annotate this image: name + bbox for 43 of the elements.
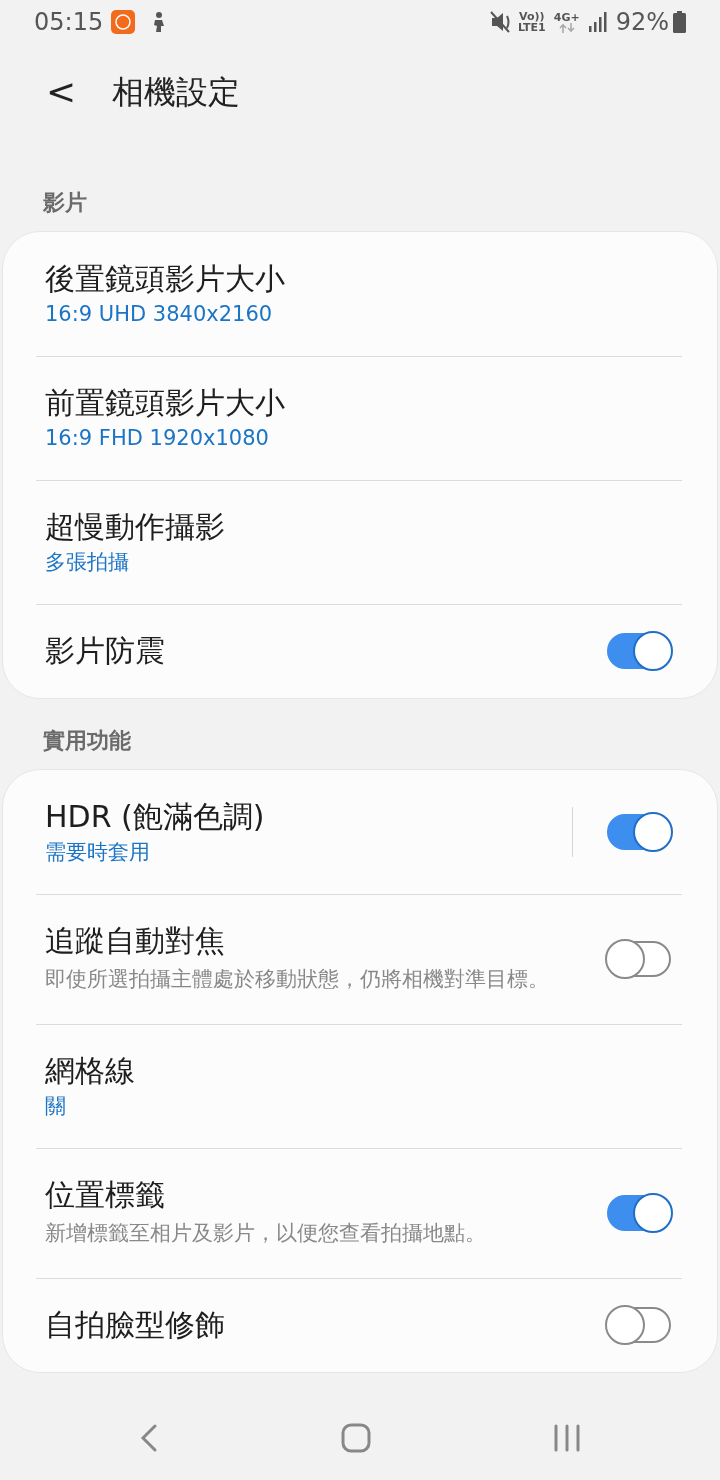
battery-text: 92%	[615, 7, 669, 38]
settings-row[interactable]: 前置鏡頭影片大小 16:9 FHD 1920x1080	[3, 356, 717, 480]
settings-row[interactable]: 網格線 關	[3, 1024, 717, 1148]
network-text: LTE1	[517, 22, 546, 33]
setting-title: 自拍臉型修飾	[45, 1306, 226, 1344]
section-label: 實用功能	[42, 727, 132, 755]
back-button[interactable]: <	[40, 74, 83, 110]
toggle-switch[interactable]	[607, 633, 671, 669]
settings-row[interactable]: 追蹤自動對焦 即使所選拍攝主體處於移動狀態，仍將相機對準目標。	[3, 894, 717, 1024]
toggle-switch[interactable]	[607, 1307, 671, 1343]
setting-value: 需要時套用	[45, 839, 151, 866]
page-title: 相機設定	[112, 72, 241, 113]
settings-row[interactable]: 超慢動作攝影 多張拍攝	[3, 480, 717, 604]
battery-icon	[673, 11, 686, 33]
toggle-switch[interactable]	[607, 941, 671, 977]
setting-title: 影片防震	[45, 632, 166, 670]
network-text: 4G+	[553, 11, 580, 23]
data-arrows-icon	[557, 22, 576, 33]
setting-value: 關	[45, 1093, 67, 1120]
settings-row[interactable]: 後置鏡頭影片大小 16:9 UHD 3840x2160	[3, 232, 717, 356]
network-text: Vo))	[519, 11, 545, 22]
settings-row[interactable]: HDR (飽滿色調) 需要時套用	[3, 770, 717, 894]
setting-description: 即使所選拍攝主體處於移動狀態，仍將相機對準目標。	[45, 966, 550, 993]
clock-text: 05:15	[34, 7, 104, 38]
settings-row[interactable]: 位置標籤 新增標籤至相片及影片，以便您查看拍攝地點。	[3, 1148, 717, 1278]
toggle-switch[interactable]	[607, 814, 671, 850]
setting-title: HDR (飽滿色調)	[45, 798, 266, 836]
setting-description: 新增標籤至相片及影片，以便您查看拍攝地點。	[45, 1220, 487, 1247]
signal-icon	[587, 12, 608, 32]
setting-value: 16:9 UHD 3840x2160	[45, 301, 274, 328]
section-label: 影片	[42, 189, 88, 217]
setting-title: 位置標籤	[45, 1176, 166, 1214]
setting-title: 超慢動作攝影	[45, 508, 226, 546]
setting-title: 前置鏡頭影片大小	[45, 384, 286, 422]
setting-value: 16:9 FHD 1920x1080	[45, 425, 270, 452]
app-icon	[111, 10, 136, 34]
setting-title: 追蹤自動對焦	[45, 922, 226, 960]
settings-row[interactable]: 自拍臉型修飾	[3, 1278, 717, 1372]
toggle-switch[interactable]	[607, 1195, 671, 1231]
setting-title: 網格線	[45, 1052, 136, 1090]
settings-row[interactable]: 影片防震	[3, 604, 717, 698]
setting-value: 多張拍攝	[45, 549, 130, 576]
setting-title: 後置鏡頭影片大小	[45, 260, 286, 298]
